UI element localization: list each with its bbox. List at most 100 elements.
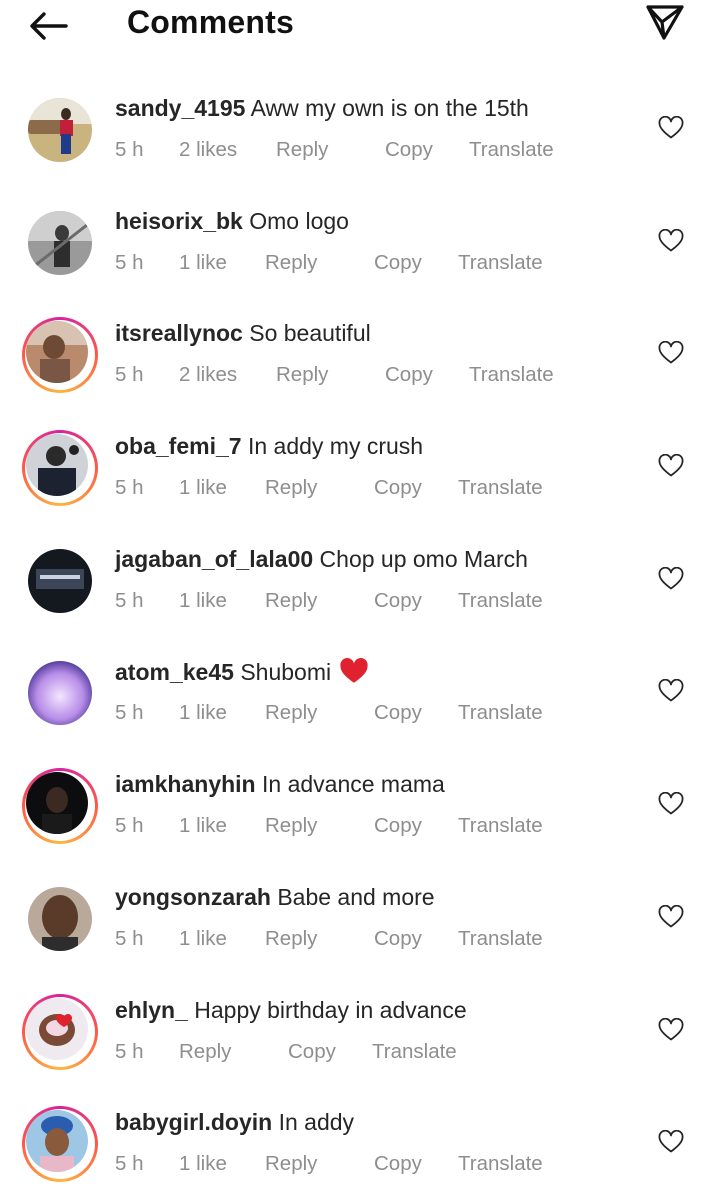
likes-count[interactable]: 1 like <box>179 927 227 951</box>
comment-username[interactable]: itsreallynoc <box>115 320 243 346</box>
avatar-image <box>28 98 92 162</box>
likes-count[interactable]: 1 like <box>179 1152 227 1176</box>
comment-username[interactable]: heisorix_bk <box>115 208 243 234</box>
comment-body: In addy <box>278 1109 355 1136</box>
avatar-story-ring[interactable] <box>22 317 98 394</box>
reply-button[interactable]: Reply <box>276 138 328 162</box>
reply-button[interactable]: Reply <box>179 1040 231 1064</box>
avatar-image <box>26 1110 88 1173</box>
avatar[interactable] <box>28 98 92 162</box>
avatar[interactable] <box>28 886 92 951</box>
comment-username[interactable]: sandy_4195 <box>115 95 245 121</box>
copy-button[interactable]: Copy <box>374 1152 422 1176</box>
avatar[interactable] <box>28 548 92 613</box>
copy-button[interactable]: Copy <box>385 363 433 387</box>
copy-button[interactable]: Copy <box>288 1040 336 1064</box>
like-button[interactable] <box>658 679 684 703</box>
likes-count[interactable]: 2 likes <box>179 138 237 162</box>
likes-count[interactable]: 1 like <box>179 589 227 613</box>
comment-username[interactable]: babygirl.doyin <box>115 1109 272 1135</box>
arrow-left-icon <box>30 12 68 40</box>
heart-outline-icon <box>658 679 684 702</box>
avatar-image <box>28 661 92 726</box>
comment-username[interactable]: oba_femi_7 <box>115 433 242 459</box>
reply-button[interactable]: Reply <box>265 1152 317 1176</box>
comment-item: iamkhanyhin In advance mama 5 h 1 like R… <box>0 738 720 851</box>
comment-username[interactable]: jagaban_of_lala00 <box>115 546 313 572</box>
avatar[interactable] <box>28 661 92 726</box>
like-button[interactable] <box>658 1130 684 1154</box>
comment-body: In addy my crush <box>247 433 424 460</box>
avatar[interactable] <box>28 210 92 275</box>
like-button[interactable] <box>658 566 684 591</box>
likes-count[interactable]: 1 like <box>179 251 227 275</box>
reply-button[interactable]: Reply <box>265 251 317 275</box>
like-button[interactable] <box>658 904 684 929</box>
like-button[interactable] <box>658 115 684 140</box>
avatar-story-ring[interactable] <box>22 768 98 845</box>
avatar-image <box>26 772 88 835</box>
avatar-story-ring[interactable] <box>22 1106 98 1183</box>
translate-button[interactable]: Translate <box>458 476 543 500</box>
red-heart-emoji <box>340 658 369 684</box>
heart-outline-icon <box>658 1017 684 1040</box>
copy-button[interactable]: Copy <box>374 814 422 838</box>
likes-count[interactable]: 1 like <box>179 814 227 838</box>
avatar-story-ring[interactable] <box>22 430 98 507</box>
like-button[interactable] <box>658 228 684 253</box>
reply-button[interactable]: Reply <box>276 363 328 387</box>
copy-button[interactable]: Copy <box>374 476 422 500</box>
translate-button[interactable]: Translate <box>458 701 543 725</box>
translate-button[interactable]: Translate <box>469 363 554 387</box>
copy-button[interactable]: Copy <box>374 701 422 725</box>
comment-body: Chop up omo March <box>319 545 528 572</box>
copy-button[interactable]: Copy <box>374 251 422 275</box>
reply-button[interactable]: Reply <box>265 814 317 838</box>
comment-item: heisorix_bk Omo logo 5 h 1 like Reply Co… <box>0 175 720 288</box>
likes-count[interactable]: 1 like <box>179 701 227 725</box>
comment-time: 5 h <box>115 701 144 725</box>
avatar-image <box>26 434 88 497</box>
translate-button[interactable]: Translate <box>458 589 543 613</box>
paper-plane-icon <box>646 5 684 40</box>
like-button[interactable] <box>658 453 684 478</box>
comment-time: 5 h <box>115 1039 144 1063</box>
heart-outline-icon <box>658 453 684 477</box>
comment-username[interactable]: atom_ke45 <box>115 659 234 685</box>
translate-button[interactable]: Translate <box>458 814 543 838</box>
copy-button[interactable]: Copy <box>385 138 433 162</box>
reply-button[interactable]: Reply <box>265 476 317 500</box>
reply-button[interactable]: Reply <box>265 701 317 725</box>
comment-text: sandy_4195 Aww my own is on the 15th <box>115 95 529 122</box>
comment-item: jagaban_of_lala00 Chop up omo March 5 h … <box>0 513 720 626</box>
back-button[interactable] <box>24 6 74 46</box>
comment-username[interactable]: yongsonzarah <box>115 884 271 910</box>
reply-button[interactable]: Reply <box>265 927 317 951</box>
comment-time: 5 h <box>115 476 144 500</box>
like-button[interactable] <box>658 1017 684 1042</box>
avatar-image <box>26 997 88 1060</box>
translate-button[interactable]: Translate <box>458 1152 543 1176</box>
avatar-image <box>28 886 92 951</box>
comment-text: iamkhanyhin In advance mama <box>115 771 445 798</box>
comment-text: itsreallynoc So beautiful <box>115 320 371 347</box>
reply-button[interactable]: Reply <box>265 589 317 613</box>
comment-body: Aww my own is on the 15th <box>250 95 529 121</box>
comment-username[interactable]: iamkhanyhin <box>115 771 256 797</box>
comment-time: 5 h <box>115 250 144 274</box>
like-button[interactable] <box>658 341 684 365</box>
translate-button[interactable]: Translate <box>458 251 543 275</box>
copy-button[interactable]: Copy <box>374 589 422 613</box>
likes-count[interactable]: 1 like <box>179 476 227 500</box>
comment-username[interactable]: ehlyn_ <box>115 997 188 1023</box>
likes-count[interactable]: 2 likes <box>179 363 237 387</box>
translate-button[interactable]: Translate <box>458 927 543 951</box>
copy-button[interactable]: Copy <box>374 927 422 951</box>
avatar-story-ring[interactable] <box>22 993 98 1070</box>
like-button[interactable] <box>658 791 684 816</box>
translate-button[interactable]: Translate <box>372 1040 457 1064</box>
translate-button[interactable]: Translate <box>469 138 554 162</box>
comments-list: sandy_4195 Aww my own is on the 15th 5 h… <box>0 62 720 1189</box>
share-button[interactable] <box>640 0 690 46</box>
avatar-image <box>28 210 92 275</box>
